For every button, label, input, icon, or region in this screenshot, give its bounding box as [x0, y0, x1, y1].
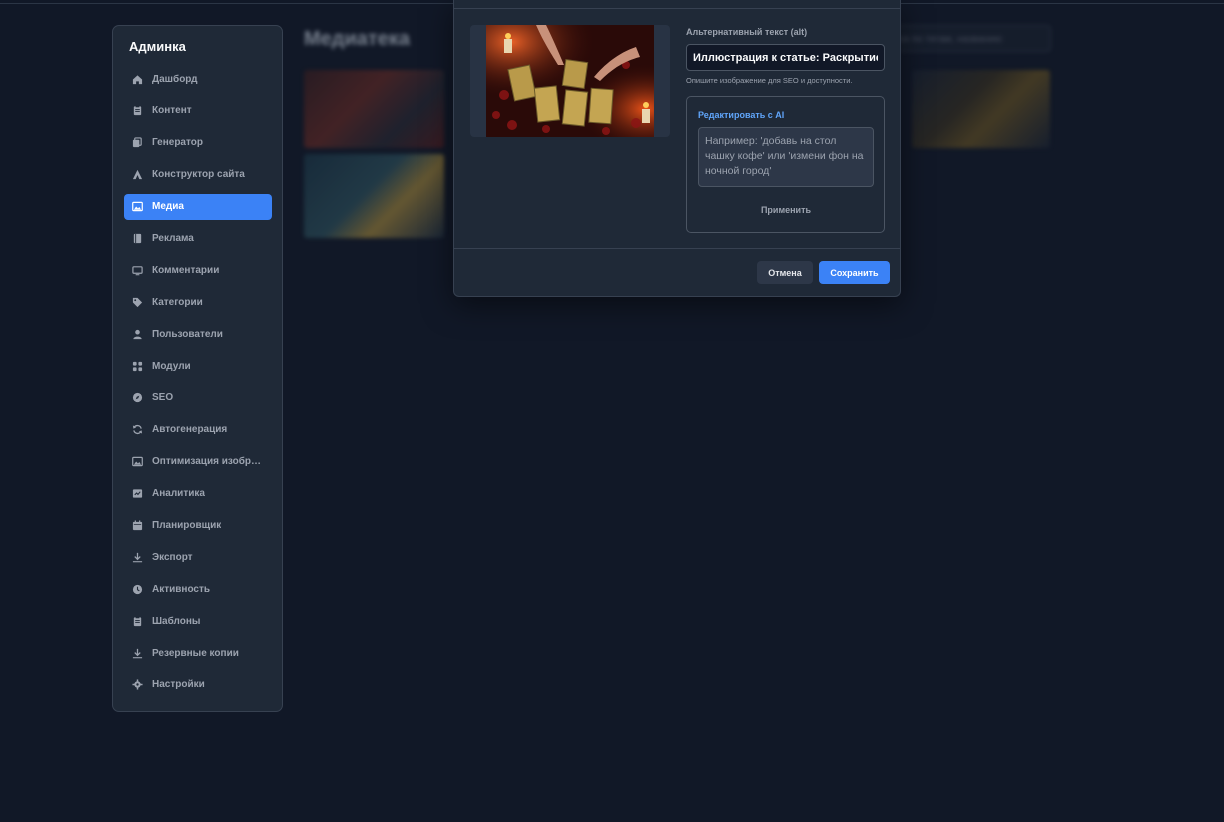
sidebar-item-label: SEO	[152, 392, 174, 404]
sidebar-item[interactable]: Пользователи	[124, 321, 272, 347]
sidebar-item-label: Активность	[152, 583, 211, 595]
image-preview	[470, 25, 670, 137]
sidebar-item-label: Медиа	[152, 201, 184, 213]
edit-media-modal: Альтернативный текст (alt) Опишите изобр…	[453, 0, 901, 297]
sidebar-item-label: Настройки	[152, 679, 205, 691]
tarot-image	[486, 25, 654, 137]
sidebar-item[interactable]: Активность	[124, 576, 272, 602]
sidebar-item-label: Реклама	[152, 232, 194, 244]
sidebar-item[interactable]: Шаблоны	[124, 608, 272, 634]
apply-button[interactable]: Применить	[698, 201, 874, 219]
sidebar-item-label: Шаблоны	[152, 615, 201, 627]
ai-prompt-input[interactable]	[698, 127, 874, 187]
sidebar-item-label: Категории	[152, 296, 203, 308]
modal-header-divider	[454, 8, 900, 9]
clipboard-icon	[133, 105, 142, 116]
sidebar-item-label: Резервные копии	[152, 647, 239, 659]
copy-icon	[132, 137, 142, 148]
sidebar-item[interactable]: Генератор	[124, 130, 272, 156]
save-button[interactable]: Сохранить	[819, 261, 890, 284]
alt-text-label: Альтернативный текст (alt)	[686, 27, 808, 37]
alt-text-input[interactable]	[686, 44, 885, 71]
image-icon	[132, 201, 143, 212]
user-icon	[133, 329, 142, 339]
sidebar-item-label: Автогенерация	[152, 424, 228, 436]
compass-icon	[132, 393, 143, 403]
sidebar-item-label: Экспорт	[152, 551, 193, 563]
sidebar-item[interactable]: Экспорт	[124, 544, 272, 570]
sidebar-item-label: Оптимизация изображений	[152, 456, 264, 468]
sidebar-item[interactable]: SEO	[124, 385, 272, 411]
sidebar-item-label: Пользователи	[152, 328, 223, 340]
sidebar-item-label: Дашборд	[152, 73, 198, 85]
media-thumbnail[interactable]	[912, 70, 1050, 148]
tag-icon	[132, 297, 143, 307]
sidebar-item[interactable]: Автогенерация	[124, 417, 272, 443]
sidebar-item[interactable]: Настройки	[124, 672, 272, 698]
sidebar-item-label: Аналитика	[152, 488, 205, 500]
sidebar-item[interactable]: Контент	[124, 98, 272, 124]
refresh-icon	[132, 425, 143, 435]
home-icon	[132, 74, 143, 84]
sidebar-item[interactable]: Дашборд	[124, 66, 272, 92]
grid-icon	[132, 361, 143, 371]
alt-text-help: Опишите изображение для SEO и доступност…	[686, 76, 853, 85]
ai-edit-title: Редактировать с AI	[698, 110, 785, 120]
sidebar-nav: Дашборд Контент Генератор Конструктор сайта…	[124, 66, 272, 704]
sidebar-item[interactable]: Планировщик	[124, 512, 272, 538]
sidebar-item[interactable]: Реклама	[124, 225, 272, 251]
page-title: Медиатека	[304, 28, 410, 50]
chart-icon	[132, 489, 143, 498]
sidebar-item-label: Конструктор сайта	[152, 169, 245, 181]
sidebar-item[interactable]: Медиа	[124, 193, 272, 220]
calendar-icon	[132, 520, 143, 531]
sidebar-item[interactable]: Конструктор сайта	[124, 162, 272, 188]
book-icon	[133, 233, 142, 244]
sidebar-item-label: Модули	[152, 360, 191, 372]
sidebar-item-label: Планировщик	[152, 519, 222, 531]
sidebar-title: Админка	[129, 39, 186, 54]
sidebar-item[interactable]: Категории	[124, 289, 272, 315]
monitor-icon	[132, 266, 143, 276]
modal-footer-divider	[454, 248, 900, 249]
media-thumbnail[interactable]	[304, 154, 444, 238]
clipboard-icon	[133, 616, 142, 626]
download-icon	[132, 648, 143, 658]
sidebar: Админка Дашборд Контент Генератор Конструкт…	[112, 25, 283, 712]
media-thumbnail[interactable]	[304, 70, 444, 148]
ai-edit-panel: Редактировать с AI Применить	[686, 96, 885, 233]
image-icon	[132, 456, 143, 467]
sidebar-item[interactable]: Аналитика	[124, 481, 272, 507]
clock-icon	[132, 584, 143, 594]
gear-icon	[132, 679, 143, 690]
download-icon	[132, 552, 143, 563]
sidebar-item[interactable]: Модули	[124, 353, 272, 379]
triangle-icon	[132, 170, 143, 180]
sidebar-item[interactable]: Оптимизация изображений	[124, 449, 272, 475]
search-input[interactable]: иск по тегам, названию	[885, 25, 1051, 52]
cancel-button[interactable]: Отмена	[757, 261, 813, 284]
sidebar-item[interactable]: Резервные копии	[124, 640, 272, 666]
sidebar-item[interactable]: Комментарии	[124, 257, 272, 283]
sidebar-item-label: Контент	[152, 105, 192, 117]
sidebar-item-label: Комментарии	[152, 264, 220, 276]
sidebar-item-label: Генератор	[152, 137, 203, 149]
